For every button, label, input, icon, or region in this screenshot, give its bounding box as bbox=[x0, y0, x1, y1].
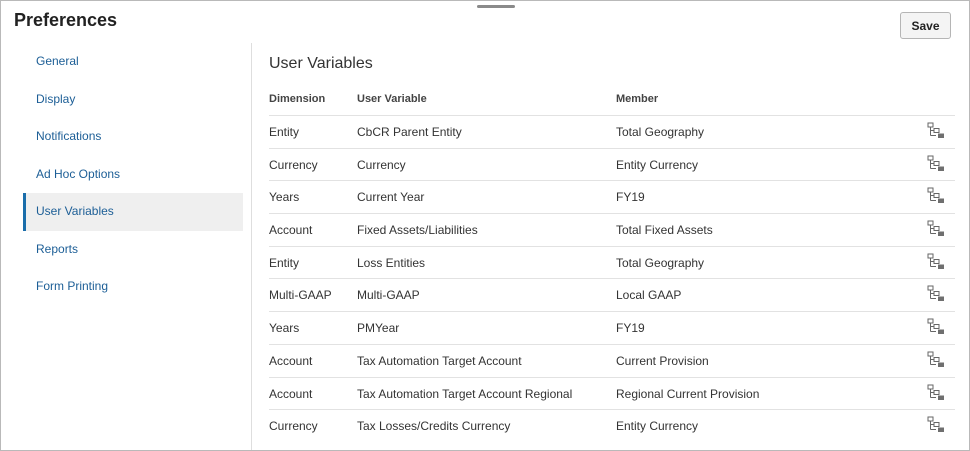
column-header-user-variable: User Variable bbox=[357, 93, 427, 105]
column-header-dimension: Dimension bbox=[269, 93, 326, 105]
user-variable-cell: Tax Automation Target Account bbox=[357, 353, 522, 368]
dimension-cell: Account bbox=[269, 353, 313, 368]
member-cell: Total Geography bbox=[616, 125, 705, 139]
member-cell: Regional Current Provision bbox=[616, 386, 760, 401]
member-selector-icon[interactable] bbox=[927, 220, 945, 238]
member-selector-icon[interactable] bbox=[927, 351, 945, 369]
user-variable-cell: Tax Losses/Credits Currency bbox=[357, 419, 511, 434]
dimension-cell: Entity bbox=[269, 255, 300, 270]
member-cell: FY19 bbox=[616, 190, 645, 205]
user-variable-cell: Fixed Assets/Liabilities bbox=[357, 223, 478, 238]
member-cell: Entity Currency bbox=[616, 419, 699, 434]
column-header-member: Member bbox=[616, 93, 659, 105]
sidebar-item-reports[interactable]: Reports bbox=[23, 231, 243, 269]
user-variable-cell: Currency bbox=[357, 157, 406, 172]
sidebar-item-label: General bbox=[36, 54, 79, 68]
sidebar-item-general[interactable]: General bbox=[23, 43, 243, 81]
sidebar-item-user-variables[interactable]: User Variables bbox=[23, 193, 243, 231]
table-row: Years PMYear FY19 bbox=[269, 311, 955, 344]
dimension-cell: Multi-GAAP bbox=[269, 288, 332, 303]
member-selector-icon[interactable] bbox=[927, 187, 945, 205]
drag-handle[interactable] bbox=[477, 5, 515, 8]
member-cell: FY19 bbox=[616, 321, 645, 336]
member-cell: Current Provision bbox=[616, 353, 709, 368]
dimension-cell: Years bbox=[269, 190, 300, 205]
dimension-cell: Account bbox=[269, 223, 313, 238]
sidebar: General Display Notifications Ad Hoc Opt… bbox=[23, 43, 243, 306]
preferences-panel: Preferences Save General Display Notific… bbox=[0, 0, 970, 451]
sidebar-item-label: Ad Hoc Options bbox=[36, 166, 121, 181]
member-cell: Local GAAP bbox=[616, 288, 682, 303]
member-selector-icon[interactable] bbox=[927, 253, 945, 271]
sidebar-item-label: Notifications bbox=[36, 129, 102, 143]
member-cell: Total Geography bbox=[616, 255, 705, 270]
member-selector-icon[interactable] bbox=[927, 285, 945, 303]
dimension-cell: Entity bbox=[269, 125, 300, 139]
sidebar-item-label: Reports bbox=[36, 241, 79, 256]
user-variable-cell: Current Year bbox=[357, 190, 425, 205]
sidebar-item-form-printing[interactable]: Form Printing bbox=[23, 268, 243, 306]
panel-divider bbox=[251, 43, 252, 450]
sidebar-item-display[interactable]: Display bbox=[23, 81, 243, 119]
member-selector-icon[interactable] bbox=[927, 318, 945, 336]
member-cell: Entity Currency bbox=[616, 157, 699, 172]
sidebar-item-label: User Variables bbox=[36, 204, 114, 218]
dimension-cell: Years bbox=[269, 321, 300, 336]
user-variable-cell: CbCR Parent Entity bbox=[357, 125, 462, 139]
user-variable-cell: Tax Automation Target Account Regional bbox=[357, 386, 573, 401]
table-row: Account Tax Automation Target Account Reg… bbox=[269, 376, 955, 410]
section-title: User Variables bbox=[269, 55, 373, 72]
dimension-cell: Account bbox=[269, 386, 313, 401]
user-variable-cell: Loss Entities bbox=[357, 255, 426, 270]
user-variable-cell: Multi-GAAP bbox=[357, 288, 420, 303]
dimension-cell: Currency bbox=[269, 157, 318, 172]
table-row: Currency Tax Losses/Credits Currency Entit… bbox=[269, 409, 955, 442]
table-row: Entity Loss Entities Total Geography bbox=[269, 245, 955, 279]
sidebar-item-label: Display bbox=[36, 91, 76, 106]
save-button[interactable]: Save bbox=[900, 12, 951, 39]
member-selector-icon[interactable] bbox=[927, 155, 945, 173]
sidebar-item-label: Form Printing bbox=[36, 279, 109, 293]
table-row: Account Tax Automation Target Account Curr… bbox=[269, 343, 955, 377]
member-selector-icon[interactable] bbox=[927, 122, 945, 140]
page-title: Preferences bbox=[14, 10, 118, 30]
sidebar-item-ad-hoc-options[interactable]: Ad Hoc Options bbox=[23, 156, 243, 194]
sidebar-item-notifications[interactable]: Notifications bbox=[23, 118, 243, 156]
table-row: Account Fixed Assets/Liabilities Total Fix… bbox=[269, 213, 955, 246]
member-selector-icon[interactable] bbox=[927, 416, 945, 434]
member-cell: Total Fixed Assets bbox=[616, 223, 713, 238]
table-row: Years Current Year FY19 bbox=[269, 180, 955, 213]
table-row: Entity CbCR Parent Entity Total Geography bbox=[269, 115, 955, 148]
user-variable-cell: PMYear bbox=[357, 321, 400, 336]
dimension-cell: Currency bbox=[269, 419, 318, 434]
table-row: Multi-GAAP Multi-GAAP Local GAAP bbox=[269, 278, 955, 311]
table-row: Currency Currency Entity Currency bbox=[269, 147, 955, 181]
member-selector-icon[interactable] bbox=[927, 384, 945, 402]
user-variables-table: Entity CbCR Parent Entity Total Geography C… bbox=[269, 115, 955, 442]
